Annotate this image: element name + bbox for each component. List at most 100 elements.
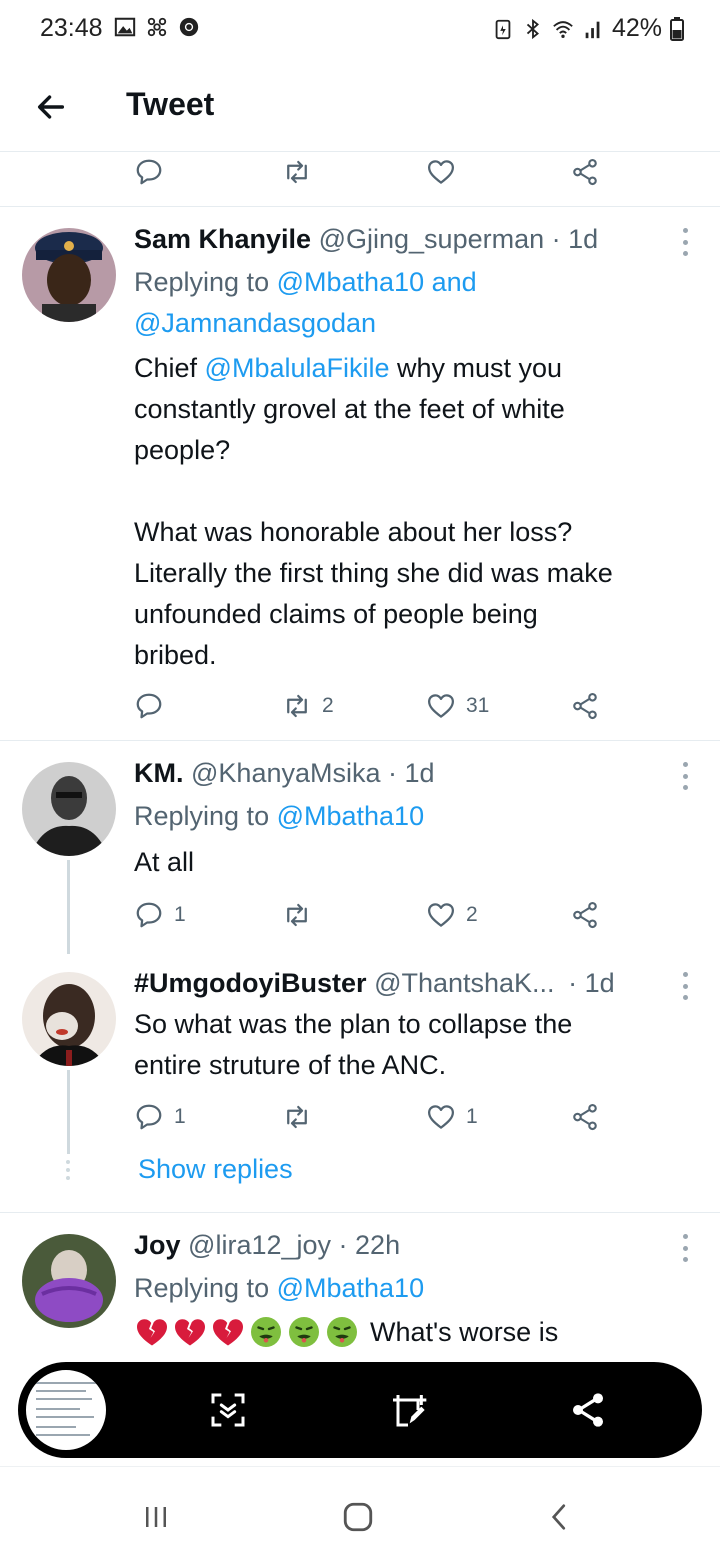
broken-heart-icon [137, 1319, 167, 1346]
heart-icon [428, 903, 454, 927]
tweet-actions: 1 2 [134, 895, 614, 935]
avatar-image [22, 972, 116, 1066]
reply-icon [136, 159, 162, 185]
avatar[interactable] [22, 972, 116, 1066]
mention-link[interactable]: @Jamnandasgodan [134, 308, 376, 338]
avatar[interactable] [22, 228, 116, 322]
status-icons-left [114, 16, 200, 38]
share-icon [573, 1103, 597, 1131]
chrome-icon [179, 17, 199, 37]
tweet-actions [134, 152, 614, 192]
tweet-actions: 1 1 [134, 1097, 614, 1137]
divider [0, 1212, 720, 1213]
retweet-button[interactable]: 2 [282, 686, 334, 726]
tweet-time: · 1d [568, 968, 615, 998]
retweet-button[interactable] [282, 895, 322, 935]
thread-line [67, 860, 70, 954]
share-button[interactable] [570, 152, 600, 192]
recents-button[interactable] [134, 1495, 178, 1539]
like-button[interactable]: 31 [426, 686, 489, 726]
home-button[interactable] [336, 1495, 380, 1539]
status-icons-right: 42% [492, 14, 684, 43]
tweet-body: So what was the plan to collapse the ent… [134, 1004, 694, 1086]
battery-icon [670, 16, 684, 41]
author-name[interactable]: KM. [134, 758, 184, 788]
more-options-button[interactable] [680, 972, 690, 1000]
scroll-capture-button[interactable] [204, 1386, 252, 1434]
body-text: Literally the first thing she did was ma… [134, 558, 613, 588]
tweet-body: Chief @MbalulaFikile why must you consta… [134, 348, 694, 676]
retweet-button[interactable] [282, 1097, 322, 1137]
like-count: 2 [466, 903, 478, 926]
show-replies-link[interactable]: Show replies [138, 1154, 293, 1185]
status-time: 23:48 [40, 14, 103, 42]
more-options-button[interactable] [680, 762, 690, 790]
share-button[interactable] [570, 1097, 600, 1137]
mention-link[interactable]: @Mbatha10 [277, 267, 425, 297]
like-button[interactable]: 2 [426, 895, 478, 935]
mention-link[interactable]: @Mbatha10 [277, 1273, 425, 1303]
replying-to: Replying to @Mbatha10 and @Jamnandasgoda… [134, 262, 694, 344]
screenshot-thumbnail[interactable] [24, 1368, 108, 1452]
app-bar: Tweet [0, 60, 720, 152]
body-text: What was honorable about her loss? [134, 517, 573, 547]
signal-icon [585, 21, 600, 38]
more-options-button[interactable] [680, 1234, 690, 1262]
mention-link[interactable]: @MbalulaFikile [205, 353, 390, 383]
broken-heart-icon [175, 1319, 205, 1346]
share-icon [573, 158, 597, 186]
edit-screenshot-button[interactable] [384, 1386, 432, 1434]
heart-icon [428, 1105, 454, 1129]
reply-button[interactable] [134, 152, 164, 192]
author-name[interactable]: Joy [134, 1230, 181, 1260]
back-nav-button[interactable] [538, 1495, 582, 1539]
avatar[interactable] [22, 762, 116, 856]
screenshot-toolbar [18, 1362, 702, 1458]
retweet-button[interactable] [282, 152, 312, 192]
pinwheel-icon [147, 17, 167, 37]
tweet-time: · 1d [388, 758, 435, 788]
battery-saver-icon [495, 19, 511, 39]
tweet-body: At all [134, 847, 195, 877]
replying-to: Replying to @Mbatha10 [134, 1268, 694, 1309]
replying-prefix: Replying to [134, 267, 277, 297]
reply-button[interactable]: 1 [134, 895, 186, 935]
nauseated-face-icon [327, 1317, 357, 1347]
avatar[interactable] [22, 1234, 116, 1328]
share-icon [573, 901, 597, 929]
avatar-image [22, 762, 116, 856]
like-button[interactable] [426, 152, 456, 192]
body-text: What's worse is [370, 1316, 559, 1347]
mention-link[interactable]: @Mbatha10 [277, 801, 425, 831]
like-button[interactable]: 1 [426, 1097, 478, 1137]
thread-dots [66, 1160, 70, 1180]
broken-heart-icon [213, 1319, 243, 1346]
reply-icon [136, 693, 162, 719]
share-button[interactable] [570, 686, 600, 726]
tweet-header: Sam Khanyile @Gjing_superman · 1d [134, 224, 598, 255]
replying-prefix: Replying to [134, 1273, 277, 1303]
more-options-button[interactable] [680, 228, 690, 256]
page-title: Tweet [126, 86, 215, 122]
reply-icon [136, 902, 162, 928]
battery-percent: 42% [611, 14, 662, 42]
tweet-actions: 2 31 [134, 686, 614, 726]
scroll-capture-icon [211, 1393, 245, 1427]
author-name[interactable]: Sam Khanyile [134, 224, 311, 254]
tweet-header: Joy @lira12_joy · 22h [134, 1230, 400, 1261]
author-name[interactable]: #UmgodoyiBuster [134, 968, 367, 998]
retweet-icon [287, 903, 307, 927]
recents-icon [146, 1507, 166, 1527]
share-button[interactable] [570, 895, 600, 935]
edit-screenshot-icon [393, 1395, 427, 1427]
share-screenshot-button[interactable] [564, 1386, 612, 1434]
reply-button[interactable]: 1 [134, 1097, 186, 1137]
arrow-left-icon [37, 95, 65, 119]
back-button[interactable] [28, 84, 74, 130]
bluetooth-icon [526, 18, 539, 39]
body-text: entire struture of the ANC. [134, 1050, 447, 1080]
and-text: and [424, 267, 477, 297]
reply-button[interactable] [134, 686, 174, 726]
like-count: 1 [466, 1105, 478, 1128]
tweet-time: · 22h [338, 1230, 401, 1260]
